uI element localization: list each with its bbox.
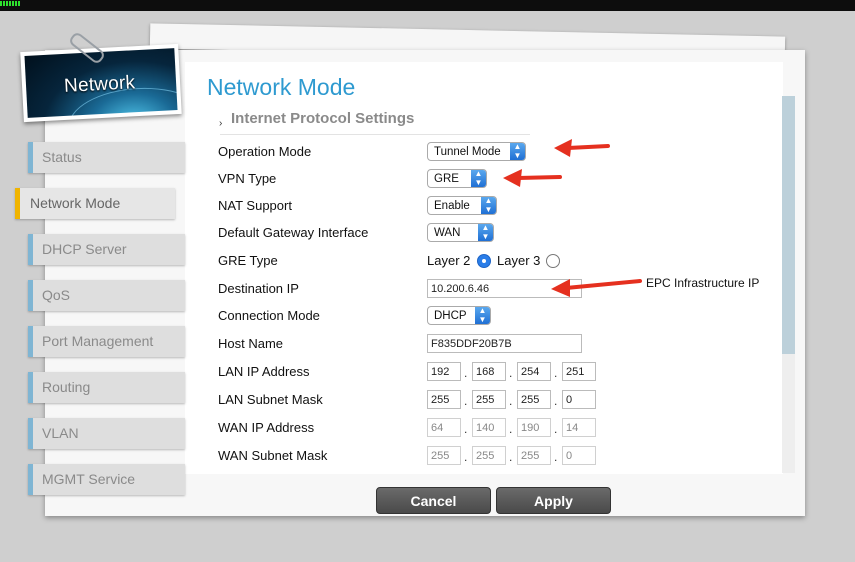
sidebar-item-vlan[interactable]: VLAN xyxy=(28,418,185,449)
lan-mask-octet-1[interactable]: 255 xyxy=(427,390,461,409)
lan-mask-octet-2[interactable]: 255 xyxy=(472,390,506,409)
sidebar-item-network-mode[interactable]: Network Mode xyxy=(15,188,175,219)
wan-ip-octet-2[interactable]: 140 xyxy=(472,418,506,437)
octet-separator: . xyxy=(464,366,468,380)
destination-ip-label: Destination IP xyxy=(218,281,299,296)
annotation-arrow-icon xyxy=(554,139,610,157)
sidebar-item-label: Network Mode xyxy=(30,195,121,211)
default-gateway-value: WAN xyxy=(434,227,461,239)
wan-mask-octet-2[interactable]: 255 xyxy=(472,446,506,465)
operation-mode-label: Operation Mode xyxy=(218,144,312,159)
lan-mask-label: LAN Subnet Mask xyxy=(218,392,323,407)
connection-mode-select[interactable]: DHCP ▲ ▼ xyxy=(427,306,491,325)
wan-mask-octet-1[interactable]: 255 xyxy=(427,446,461,465)
nat-support-select[interactable]: Enable ▲ ▼ xyxy=(427,196,497,215)
page-title: Network Mode xyxy=(207,74,356,100)
operation-mode-value: Tunnel Mode xyxy=(434,146,501,158)
lan-ip-octet-2[interactable]: 168 xyxy=(472,362,506,381)
lan-mask-octet-4[interactable]: 0 xyxy=(562,390,596,409)
gre-layer3-label: Layer 3 xyxy=(497,253,541,268)
chevron-updown-icon: ▲ ▼ xyxy=(481,196,496,214)
annotation-arrow-icon xyxy=(551,279,642,297)
cancel-button[interactable]: Cancel xyxy=(376,487,491,514)
nat-support-value: Enable xyxy=(434,200,470,212)
wan-ip-octet-1[interactable]: 64 xyxy=(427,418,461,437)
octet-separator: . xyxy=(464,394,468,408)
sidebar-item-dhcp-server[interactable]: DHCP Server xyxy=(28,234,185,265)
sidebar-item-qos[interactable]: QoS xyxy=(28,280,185,311)
status-indicator xyxy=(0,1,20,6)
wan-ip-octet-4[interactable]: 14 xyxy=(562,418,596,437)
default-gateway-select[interactable]: WAN ▲ ▼ xyxy=(427,223,494,242)
sidebar-item-label: Status xyxy=(42,149,82,165)
sidebar-item-label: Routing xyxy=(42,379,91,395)
wan-mask-octet-3[interactable]: 255 xyxy=(517,446,551,465)
gre-type-label: GRE Type xyxy=(218,253,278,268)
wan-ip-octet-3[interactable]: 190 xyxy=(517,418,551,437)
host-name-input[interactable]: F835DDF20B7B xyxy=(427,334,582,353)
vpn-type-label: VPN Type xyxy=(218,171,277,186)
octet-separator: . xyxy=(509,366,513,380)
sidebar-item-mgmt-service[interactable]: MGMT Service xyxy=(28,464,185,495)
section-divider xyxy=(220,134,530,135)
chevron-updown-icon: ▲ ▼ xyxy=(475,306,490,324)
network-logo-label: Network xyxy=(63,72,136,97)
octet-separator: . xyxy=(554,422,558,436)
window-top-bar xyxy=(0,0,855,11)
lan-mask-octet-3[interactable]: 255 xyxy=(517,390,551,409)
wan-ip-label: WAN IP Address xyxy=(218,420,315,435)
sidebar-item-routing[interactable]: Routing xyxy=(28,372,185,403)
sidebar-item-label: VLAN xyxy=(42,425,79,441)
section-title: Internet Protocol Settings xyxy=(231,110,415,127)
epc-infrastructure-annotation: EPC Infrastructure IP xyxy=(646,276,760,290)
vpn-type-select[interactable]: GRE ▲ ▼ xyxy=(427,169,487,188)
vpn-type-value: GRE xyxy=(434,173,459,185)
octet-separator: . xyxy=(464,422,468,436)
sidebar-item-label: Port Management xyxy=(42,333,154,349)
sidebar-item-label: QoS xyxy=(42,287,71,303)
operation-mode-select[interactable]: Tunnel Mode ▲ ▼ xyxy=(427,142,526,161)
host-name-label: Host Name xyxy=(218,336,284,351)
octet-separator: . xyxy=(554,394,558,408)
lan-ip-octet-4[interactable]: 251 xyxy=(562,362,596,381)
octet-separator: . xyxy=(554,450,558,464)
octet-separator: . xyxy=(509,394,513,408)
lan-ip-octet-1[interactable]: 192 xyxy=(427,362,461,381)
apply-button[interactable]: Apply xyxy=(496,487,611,514)
annotation-arrow-icon xyxy=(503,169,562,187)
scrollbar-thumb[interactable] xyxy=(782,96,795,354)
lan-ip-label: LAN IP Address xyxy=(218,364,310,379)
section-bullet-icon: › xyxy=(219,118,223,129)
gre-layer2-label: Layer 2 xyxy=(427,253,471,268)
gre-layer3-radio[interactable] xyxy=(546,254,560,268)
lan-ip-octet-3[interactable]: 254 xyxy=(517,362,551,381)
connection-mode-value: DHCP xyxy=(434,310,467,322)
octet-separator: . xyxy=(509,422,513,436)
octet-separator: . xyxy=(509,450,513,464)
octet-separator: . xyxy=(554,366,558,380)
wan-mask-label: WAN Subnet Mask xyxy=(218,448,328,463)
octet-separator: . xyxy=(464,450,468,464)
chevron-updown-icon: ▲ ▼ xyxy=(471,169,486,187)
sidebar-item-status[interactable]: Status xyxy=(28,142,185,173)
gre-layer2-radio[interactable] xyxy=(477,254,491,268)
sidebar-item-label: DHCP Server xyxy=(42,241,127,257)
chevron-updown-icon: ▲ ▼ xyxy=(478,223,493,241)
default-gateway-label: Default Gateway Interface xyxy=(218,225,369,240)
sidebar-item-port-management[interactable]: Port Management xyxy=(28,326,185,357)
connection-mode-label: Connection Mode xyxy=(218,308,320,323)
chevron-updown-icon: ▲ ▼ xyxy=(510,142,525,160)
sidebar-item-label: MGMT Service xyxy=(42,471,136,487)
nat-support-label: NAT Support xyxy=(218,198,292,213)
wan-mask-octet-4[interactable]: 0 xyxy=(562,446,596,465)
